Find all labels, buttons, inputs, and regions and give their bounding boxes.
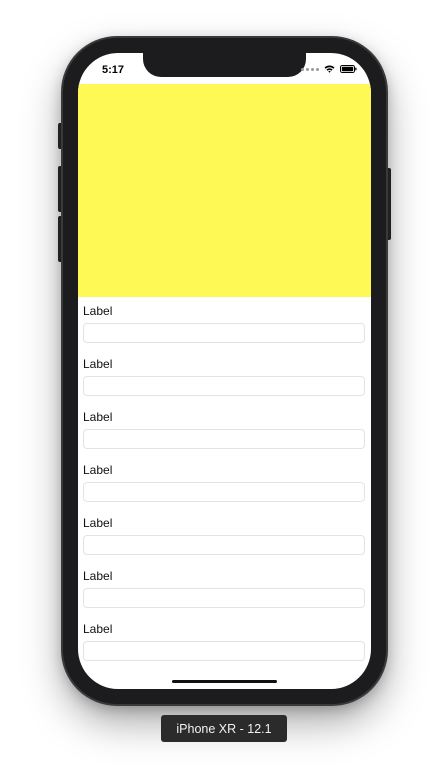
simulator-stage: 5:17 Label Label Label Label Label Label… (0, 0, 448, 778)
notch (143, 53, 306, 77)
status-time: 5:17 (102, 64, 125, 76)
field-group-1: Label (83, 297, 366, 350)
field-group-4: Label (83, 456, 366, 509)
battery-icon (340, 65, 357, 73)
text-field[interactable] (83, 535, 365, 555)
field-group-5: Label (83, 509, 366, 562)
field-label: Label (83, 304, 113, 318)
status-icons (301, 65, 357, 73)
field-group-6: Label (83, 562, 366, 615)
text-field[interactable] (83, 376, 365, 396)
wifi-icon (324, 65, 335, 73)
field-label: Label (83, 622, 113, 636)
text-field[interactable] (83, 323, 365, 343)
field-label: Label (83, 463, 113, 477)
text-field[interactable] (83, 588, 365, 608)
text-field[interactable] (83, 429, 365, 449)
field-label: Label (83, 569, 113, 583)
home-indicator[interactable] (172, 680, 277, 683)
cellular-signal-icon (301, 67, 319, 71)
text-field[interactable] (83, 641, 365, 661)
phone-screen: 5:17 Label Label Label Label Label Label… (78, 53, 371, 689)
power-button[interactable] (386, 168, 391, 240)
yellow-header-view (78, 84, 371, 297)
text-field[interactable] (83, 482, 365, 502)
field-group-7: Label (83, 615, 366, 668)
field-group-3: Label (83, 403, 366, 456)
field-label: Label (83, 516, 113, 530)
label-field-form: Label Label Label Label Label Label Labe… (83, 297, 366, 668)
field-group-2: Label (83, 350, 366, 403)
field-label: Label (83, 410, 113, 424)
device-caption: iPhone XR - 12.1 (161, 715, 287, 742)
field-label: Label (83, 357, 113, 371)
